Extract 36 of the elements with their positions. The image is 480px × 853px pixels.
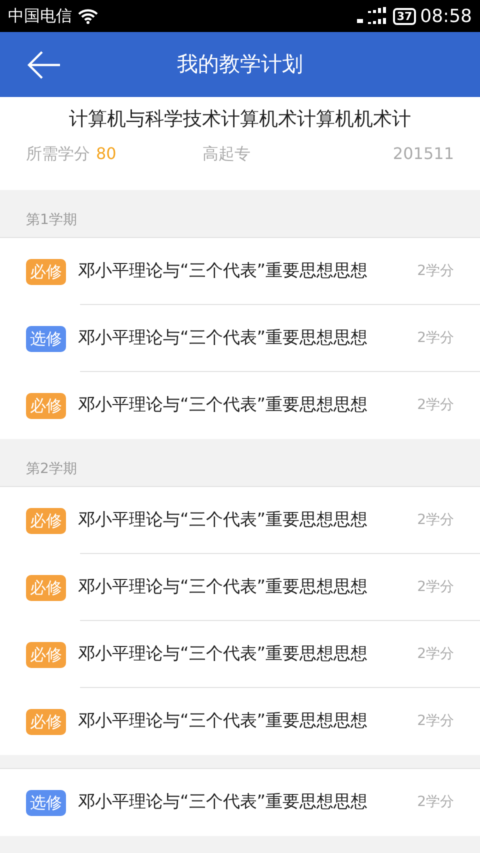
- course-type-tag: 必修: [26, 508, 66, 534]
- course-name: 邓小平理论与“三个代表”重要思想思想: [78, 790, 368, 814]
- course-type-tag: 必修: [26, 642, 66, 668]
- course-type-tag: 必修: [26, 258, 66, 284]
- course-name: 邓小平理论与“三个代表”重要思想思想: [78, 394, 368, 417]
- course-type-tag: 选修: [26, 790, 66, 816]
- course-type-tag: 必修: [26, 574, 66, 600]
- course-type-tag: 必修: [26, 708, 66, 734]
- credits-label: 所需学分: [26, 142, 90, 164]
- education-level: 高起专: [202, 142, 250, 164]
- plan-name: 计算机与科学技术计算机术计算机机术计: [68, 107, 412, 132]
- term-label: 第1学期: [26, 211, 77, 230]
- course-credits: 2学分: [417, 712, 454, 731]
- course-credits: 2学分: [417, 396, 454, 415]
- credits-value: 80: [96, 142, 116, 164]
- course-type-tag: 选修: [26, 326, 66, 352]
- clock-time: 08:58: [420, 4, 472, 28]
- course-name: 邓小平理论与“三个代表”重要思想思想: [78, 576, 368, 599]
- term-label: 第2学期: [26, 460, 77, 479]
- course-type-tag: 必修: [26, 392, 66, 418]
- course-name: 邓小平理论与“三个代表”重要思想思想: [78, 508, 368, 532]
- course-name: 邓小平理论与“三个代表”重要思想思想: [78, 260, 368, 283]
- wifi-icon: [77, 8, 99, 24]
- course-credits: 2学分: [417, 329, 454, 348]
- enrollment-batch: 201511: [392, 142, 454, 164]
- page-title: 我的教学计划: [176, 50, 304, 78]
- course-credits: 2学分: [417, 262, 454, 281]
- course-credits: 2学分: [417, 511, 454, 530]
- course-credits: 2学分: [417, 793, 454, 812]
- course-name: 邓小平理论与“三个代表”重要思想思想: [78, 710, 368, 733]
- course-credits: 2学分: [417, 578, 454, 597]
- course-name: 邓小平理论与“三个代表”重要思想思想: [78, 642, 368, 666]
- battery-indicator: 37: [392, 8, 416, 24]
- carrier-name: 中国电信: [8, 5, 72, 27]
- course-name: 邓小平理论与“三个代表”重要思想思想: [78, 326, 368, 350]
- course-credits: 2学分: [417, 645, 454, 664]
